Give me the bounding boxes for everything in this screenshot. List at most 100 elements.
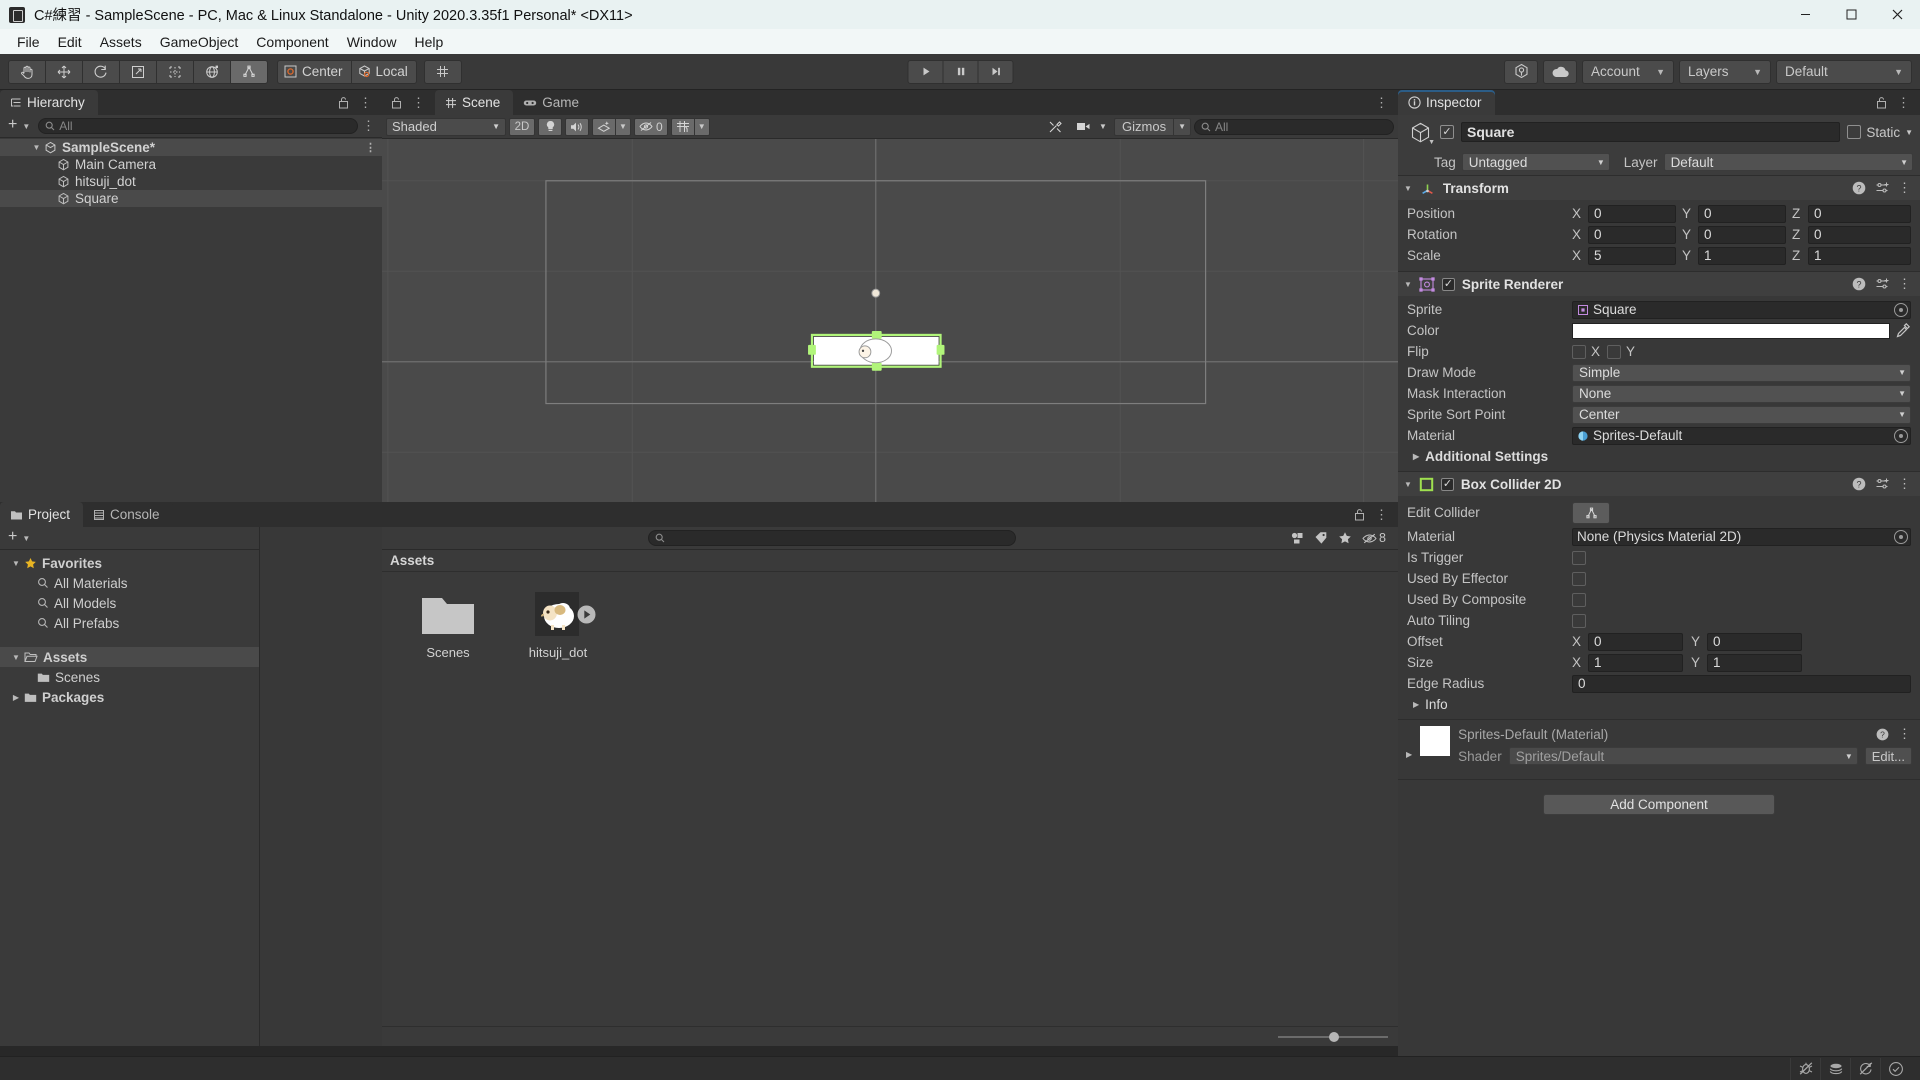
edit-collider-button[interactable] xyxy=(1572,501,1610,524)
play-preview-icon[interactable] xyxy=(577,605,596,624)
component-enabled-checkbox[interactable] xyxy=(1441,277,1455,291)
expand-caret-icon[interactable]: ▼ xyxy=(30,143,43,152)
preset-icon[interactable] xyxy=(1875,181,1889,195)
expand-caret-icon[interactable]: ▶ xyxy=(1413,700,1419,709)
project-tree[interactable]: ▼ Favorites All Materials All Models All… xyxy=(0,550,260,1046)
expand-caret-icon[interactable]: ▼ xyxy=(1404,480,1412,489)
favorite-filter-icon[interactable] xyxy=(1338,531,1352,545)
menu-item-assets[interactable]: Assets xyxy=(91,31,151,53)
menu-item-gameobject[interactable]: GameObject xyxy=(151,31,248,53)
refresh-off-icon[interactable] xyxy=(1850,1057,1880,1080)
asset-item-scenes[interactable]: Scenes xyxy=(406,590,490,660)
close-button[interactable] xyxy=(1874,0,1920,29)
scene-camera-dropdown[interactable]: ▼ xyxy=(1095,117,1112,136)
mask-interaction-dropdown[interactable]: None ▼ xyxy=(1572,384,1911,403)
project-tree-item-packages[interactable]: ▶ Packages xyxy=(0,687,259,707)
component-header[interactable]: ▼ Box Collider 2D ? ⋮ xyxy=(1398,472,1920,496)
layout-dropdown[interactable]: Default ▼ xyxy=(1776,59,1912,84)
grid-dropdown[interactable]: ▼ xyxy=(693,117,710,136)
move-tool-button[interactable] xyxy=(45,59,83,84)
chevron-down-icon[interactable]: ▼ xyxy=(22,534,30,543)
physics-material-object-field[interactable]: None (Physics Material 2D) xyxy=(1572,527,1911,546)
tab-hierarchy[interactable]: Hierarchy xyxy=(0,90,98,115)
edge-radius-input[interactable]: 0 xyxy=(1572,674,1911,693)
scale-x-input[interactable]: 5 xyxy=(1588,246,1676,265)
help-icon[interactable]: ? xyxy=(1852,277,1866,291)
help-icon[interactable]: ? xyxy=(1852,477,1866,491)
cloud-icon[interactable] xyxy=(1543,59,1577,84)
scene-menu-icon[interactable]: ⋮ xyxy=(365,141,376,154)
minimize-button[interactable] xyxy=(1782,0,1828,29)
inspector-menu-icon[interactable]: ⋮ xyxy=(1897,95,1911,111)
lighting-icon[interactable] xyxy=(538,117,562,136)
is-trigger-checkbox[interactable] xyxy=(1572,550,1586,565)
code-coverage-icon[interactable] xyxy=(1820,1057,1850,1080)
hierarchy-item-square[interactable]: Square xyxy=(0,190,382,207)
project-tree-item-all-models[interactable]: All Models xyxy=(0,593,259,613)
expand-caret-icon[interactable]: ▼ xyxy=(1404,280,1412,289)
gizmos-button[interactable]: Gizmos xyxy=(1114,117,1175,136)
size-y-input[interactable]: 1 xyxy=(1707,653,1802,672)
project-menu-icon[interactable]: ⋮ xyxy=(1375,507,1389,523)
expand-caret-icon[interactable]: ▶ xyxy=(8,693,24,702)
expand-caret-icon[interactable]: ▼ xyxy=(8,559,24,568)
pause-button[interactable] xyxy=(942,59,979,84)
component-header[interactable]: ▼ Transform ? ⋮ xyxy=(1398,176,1920,200)
hierarchy-item-main-camera[interactable]: Main Camera xyxy=(0,156,382,173)
sprite-object-field[interactable]: Square xyxy=(1572,300,1911,319)
flip-x-checkbox[interactable] xyxy=(1572,344,1586,359)
menu-item-edit[interactable]: Edit xyxy=(49,31,91,53)
offset-x-input[interactable]: 0 xyxy=(1588,632,1683,651)
shader-edit-button[interactable]: Edit... xyxy=(1864,747,1912,765)
hierarchy-item-hitsuji-dot[interactable]: hitsuji_dot xyxy=(0,173,382,190)
ok-status-icon[interactable] xyxy=(1880,1057,1910,1080)
object-picker-icon[interactable] xyxy=(1894,529,1908,544)
hidden-packages-icon[interactable]: 8 xyxy=(1362,531,1386,545)
material-menu-icon[interactable]: ⋮ xyxy=(1898,726,1912,742)
project-asset-grid[interactable]: Scenes hitsuji_dot xyxy=(382,572,1398,1026)
step-button[interactable] xyxy=(977,59,1014,84)
tab-project[interactable]: Project xyxy=(0,502,84,527)
grid-visibility-icon[interactable] xyxy=(670,117,695,136)
scene-viewport[interactable] xyxy=(382,139,1398,502)
project-search-input[interactable] xyxy=(648,530,1017,546)
preset-icon[interactable] xyxy=(1875,477,1889,491)
project-create-button[interactable]: + xyxy=(4,528,18,548)
menu-item-help[interactable]: Help xyxy=(405,31,452,53)
lock-icon[interactable] xyxy=(1876,96,1887,109)
flip-y-checkbox[interactable] xyxy=(1607,344,1622,359)
hierarchy-item-samplescene[interactable]: ▼ SampleScene* ⋮ xyxy=(0,139,382,156)
project-tree-item-scenes[interactable]: Scenes xyxy=(0,667,259,687)
add-component-button[interactable]: Add Component xyxy=(1543,794,1775,815)
hierarchy-search-input[interactable]: All xyxy=(38,118,358,134)
menu-item-component[interactable]: Component xyxy=(247,31,337,53)
auto-tiling-checkbox[interactable] xyxy=(1572,613,1586,628)
color-swatch[interactable] xyxy=(1572,322,1890,339)
lock-icon[interactable] xyxy=(391,96,402,109)
tab-inspector[interactable]: Inspector xyxy=(1398,90,1495,115)
scene-search-input[interactable]: All xyxy=(1194,118,1394,135)
tab-game[interactable]: Game xyxy=(513,90,593,115)
gameobject-icon[interactable]: ▼ xyxy=(1407,119,1435,146)
hand-tool-button[interactable] xyxy=(8,59,46,84)
position-z-input[interactable]: 0 xyxy=(1808,204,1911,223)
rotation-z-input[interactable]: 0 xyxy=(1808,225,1911,244)
slider-knob[interactable] xyxy=(1328,1031,1339,1042)
rotation-x-input[interactable]: 0 xyxy=(1588,225,1676,244)
component-menu-icon[interactable]: ⋮ xyxy=(1898,476,1912,492)
type-filter-icon[interactable] xyxy=(1290,531,1304,545)
effects-icon[interactable] xyxy=(592,117,616,136)
used-by-composite-checkbox[interactable] xyxy=(1572,592,1586,607)
effects-dropdown[interactable]: ▼ xyxy=(615,117,631,136)
scene-options-icon[interactable]: ⋮ xyxy=(1375,95,1389,111)
scale-y-input[interactable]: 1 xyxy=(1698,246,1786,265)
custom-editor-tool-button[interactable] xyxy=(230,59,268,84)
component-menu-icon[interactable]: ⋮ xyxy=(1898,180,1912,196)
menu-item-file[interactable]: File xyxy=(8,31,49,53)
scene-tools-icon[interactable] xyxy=(1043,117,1069,136)
object-picker-icon[interactable] xyxy=(1894,428,1908,443)
scale-tool-button[interactable] xyxy=(119,59,157,84)
rotate-tool-button[interactable] xyxy=(82,59,120,84)
project-tree-item-all-prefabs[interactable]: All Prefabs xyxy=(0,613,259,633)
rect-tool-button[interactable] xyxy=(156,59,194,84)
